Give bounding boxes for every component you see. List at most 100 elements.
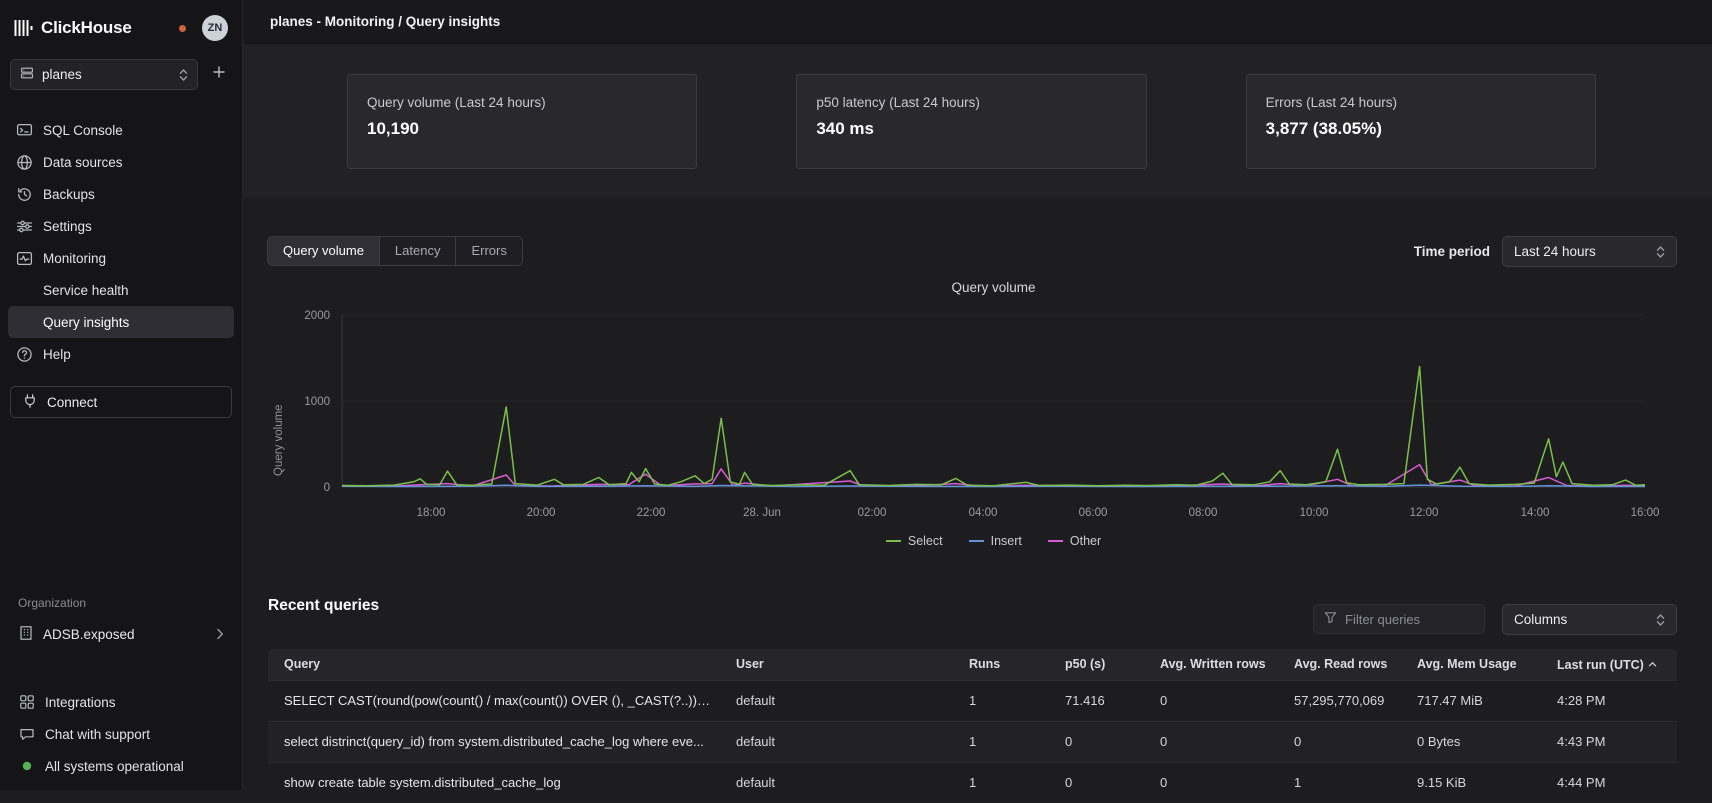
sort-asc-icon (1648, 657, 1657, 671)
cell-user: default (720, 762, 953, 803)
cell-user: default (720, 680, 953, 721)
query-volume-chart: 010002000 (243, 298, 1712, 503)
cell-p50: 0 (1049, 762, 1144, 803)
column-header-label: Avg. Written rows (1160, 657, 1266, 671)
clickhouse-logo-icon (14, 19, 34, 37)
sidebar-item-help[interactable]: Help (8, 338, 234, 370)
filter-placeholder: Filter queries (1345, 612, 1420, 627)
x-tick-label: 18:00 (417, 507, 446, 519)
x-tick-label: 22:00 (637, 507, 666, 519)
data-sources-icon (16, 154, 33, 171)
connect-button[interactable]: Connect (10, 386, 232, 418)
cell-query: show create table system.distributed_cac… (268, 762, 720, 803)
tab-latency[interactable]: Latency (380, 237, 457, 265)
y-tick-label: 2000 (304, 310, 330, 322)
table-header-row: Query User Runsp50 (s) Avg. Written rows Avg… (268, 649, 1677, 680)
tab-errors[interactable]: Errors (456, 237, 521, 265)
sidebar-item-integrations[interactable]: Integrations (10, 686, 232, 718)
x-tick-label: 02:00 (858, 507, 887, 519)
x-tick-label: 14:00 (1521, 507, 1550, 519)
add-service-button[interactable] (204, 60, 234, 90)
sidebar-item-label: Query insights (43, 315, 129, 330)
column-header-label: Query (284, 657, 320, 671)
column-header-avg-mem-usage[interactable]: Avg. Mem Usage (1401, 649, 1541, 680)
column-header-label: User (736, 657, 764, 671)
tab-query-volume[interactable]: Query volume (268, 237, 380, 265)
notification-dot (179, 25, 186, 32)
sidebar-item-monitoring[interactable]: Monitoring (8, 242, 234, 274)
cell-runs: 1 (953, 721, 1049, 762)
sql-console-icon (16, 122, 33, 139)
sidebar-item-settings[interactable]: Settings (8, 210, 234, 242)
table-row[interactable]: SELECT CAST(round(pow(count() / max(coun… (268, 680, 1677, 721)
service-name: planes (42, 67, 82, 82)
sidebar-item-sql-console[interactable]: SQL Console (8, 114, 234, 146)
cell-user: default (720, 721, 953, 762)
columns-select[interactable]: Columns (1502, 604, 1677, 635)
connect-icon (22, 393, 38, 412)
x-tick-label: 04:00 (969, 507, 998, 519)
series-line-select (342, 367, 1645, 486)
cell-query: select distrinct(query_id) from system.d… (268, 721, 720, 762)
sidebar-footer-label: Integrations (45, 695, 116, 710)
cell-avg_read: 57,295,770,069 (1278, 680, 1401, 721)
cell-avg_mem: 717.47 MiB (1401, 680, 1541, 721)
table-row[interactable]: select distrinct(query_id) from system.d… (268, 721, 1677, 762)
time-period-select[interactable]: Last 24 hours (1502, 236, 1677, 267)
column-header-avg-read-rows[interactable]: Avg. Read rows (1278, 649, 1401, 680)
topbar: planes - Monitoring / Query insights (243, 0, 1712, 44)
sidebar-item-backups[interactable]: Backups (8, 178, 234, 210)
sidebar-item-label: Data sources (43, 155, 123, 170)
stat-value: 3,877 (38.05%) (1266, 119, 1576, 139)
sidebar-item-query-insights[interactable]: Query insights (8, 306, 234, 338)
sidebar-menu: SQL Console Data sources BackupsSettingsMo… (0, 114, 242, 370)
cell-avg_mem: 9.15 KiB (1401, 762, 1541, 803)
column-header-runs[interactable]: Runs (953, 649, 1049, 680)
series-line-other (342, 465, 1645, 487)
columns-label: Columns (1514, 612, 1567, 627)
organization-label: Organization (10, 596, 232, 619)
cell-last_run: 4:28 PM (1541, 680, 1677, 721)
sidebar-item-all-systems-operational[interactable]: All systems operational (10, 750, 232, 782)
cell-runs: 1 (953, 762, 1049, 803)
recent-queries-title: Recent queries (268, 597, 379, 615)
chart-title: Query volume (342, 280, 1645, 295)
column-header-avg-written-rows[interactable]: Avg. Written rows (1144, 649, 1278, 680)
column-header-p50-s[interactable]: p50 (s) (1049, 649, 1144, 680)
legend-label: Other (1070, 534, 1101, 548)
sidebar-item-chat-with-support[interactable]: Chat with support (10, 718, 232, 750)
column-header-label: Avg. Read rows (1294, 657, 1387, 671)
sidebar-item-data-sources[interactable]: Data sources (8, 146, 234, 178)
filter-queries-input[interactable]: Filter queries (1313, 604, 1485, 634)
connect-label: Connect (47, 395, 97, 410)
app-root: { "topbar": { "title": "planes - Monitor… (0, 0, 1712, 790)
chart-legend: Select Insert Other (342, 534, 1645, 548)
column-header-user[interactable]: User (720, 649, 953, 680)
x-tick-label: 28. Jun (743, 507, 781, 519)
plus-icon (212, 65, 226, 84)
legend-item-insert[interactable]: Insert (969, 534, 1022, 548)
funnel-icon (1324, 611, 1337, 627)
table-row[interactable]: show create table system.distributed_cac… (268, 762, 1677, 803)
sidebar-item-label: Service health (43, 283, 129, 298)
monitoring-icon (16, 250, 33, 267)
sidebar-header: ClickHouse ZN (0, 0, 242, 53)
legend-item-select[interactable]: Select (886, 534, 943, 548)
sidebar-footer: Integrations Chat with supportAll systems… (0, 686, 242, 782)
column-header-query[interactable]: Query (268, 649, 720, 680)
time-period-value: Last 24 hours (1514, 244, 1596, 259)
cell-avg_written: 0 (1144, 721, 1278, 762)
legend-swatch (886, 540, 901, 542)
legend-item-other[interactable]: Other (1048, 534, 1101, 548)
legend-swatch (1048, 540, 1063, 542)
cell-avg_written: 0 (1144, 762, 1278, 803)
chart-section: Query volume Query volume 010002000 18:0… (243, 270, 1712, 570)
column-header-last-run-utc[interactable]: Last run (UTC) (1541, 649, 1677, 680)
backups-icon (16, 186, 33, 203)
stat-value: 340 ms (816, 119, 1126, 139)
service-selector[interactable]: planes (10, 59, 198, 90)
cell-p50: 0 (1049, 721, 1144, 762)
avatar[interactable]: ZN (202, 15, 228, 41)
organization-row[interactable]: ADSB.exposed (10, 619, 232, 649)
sidebar-item-service-health[interactable]: Service health (8, 274, 234, 306)
